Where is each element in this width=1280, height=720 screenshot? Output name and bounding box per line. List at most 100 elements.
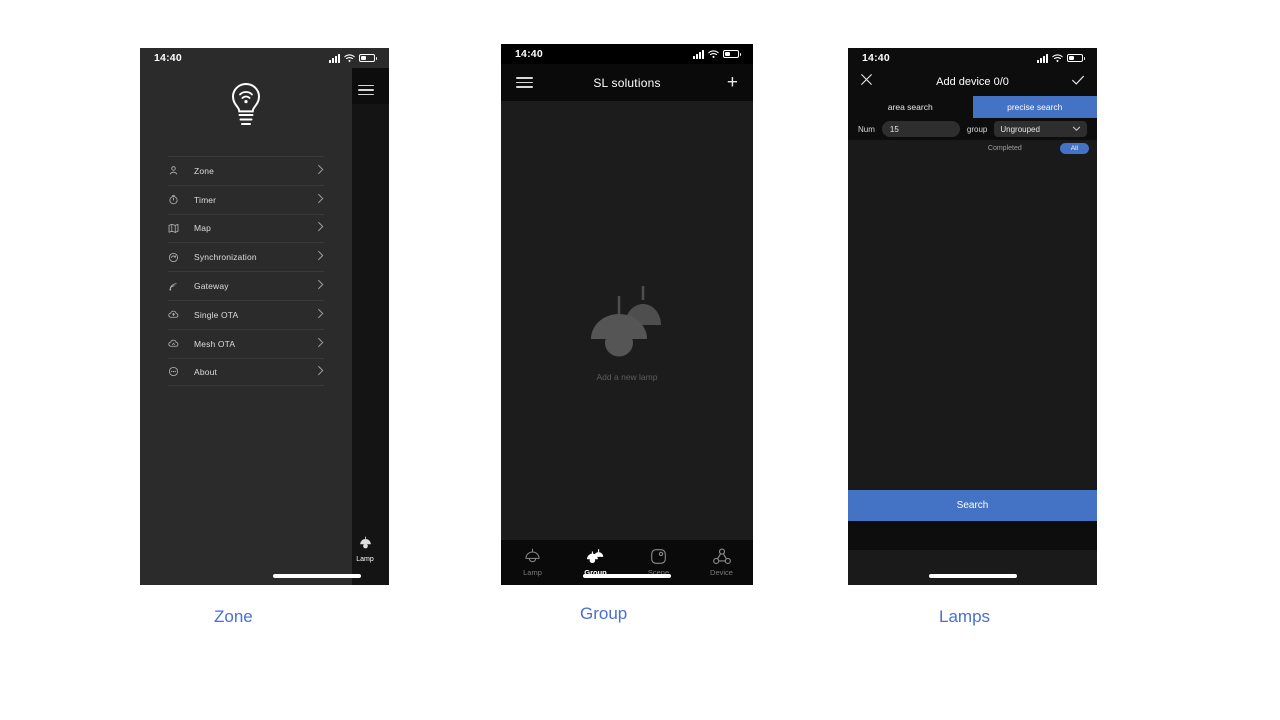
plus-icon[interactable]: + xyxy=(727,73,738,92)
sidebar-item-synchronization[interactable]: Synchronization xyxy=(168,242,324,271)
device-nodes-icon xyxy=(712,548,731,565)
home-indicator xyxy=(928,574,1017,578)
caption-group: Group xyxy=(580,604,628,623)
hamburger-menu-icon[interactable] xyxy=(358,85,374,96)
sidebar-item-label: Gateway xyxy=(194,281,229,292)
add-device-navbar: Add device 0/0 xyxy=(848,68,1097,96)
tab-lamp[interactable]: Lamp xyxy=(501,548,564,577)
tab-device[interactable]: Device xyxy=(690,548,753,577)
bottom-safe-area xyxy=(848,521,1097,550)
hamburger-menu-icon[interactable] xyxy=(516,77,533,88)
status-icons xyxy=(1037,53,1085,63)
status-time: 14:40 xyxy=(862,52,890,64)
sidebar-item-map[interactable]: Map xyxy=(168,213,324,243)
sidebar-item-label: Mesh OTA xyxy=(194,338,236,349)
wifi-icon xyxy=(1052,53,1063,62)
home-indicator xyxy=(583,574,671,578)
search-mode-segmented-control: area search precise search xyxy=(848,96,1097,118)
chevron-right-icon xyxy=(317,335,324,353)
sidebar-item-gateway[interactable]: Gateway xyxy=(168,271,324,300)
map-icon xyxy=(168,223,194,234)
status-badge[interactable]: All xyxy=(1059,142,1089,154)
group-select-value: Ungrouped xyxy=(1000,124,1040,134)
close-x-icon[interactable] xyxy=(860,73,873,91)
status-time: 14:40 xyxy=(515,48,543,60)
tab-scene[interactable]: Scene xyxy=(627,548,690,577)
sidebar-item-timer[interactable]: Timer xyxy=(168,184,324,214)
chevron-right-icon xyxy=(317,248,324,266)
num-label: Num xyxy=(858,124,875,134)
sidebar-item-label: Timer xyxy=(194,194,217,205)
chevron-right-icon xyxy=(317,191,324,209)
signal-bars-icon xyxy=(1037,53,1048,63)
completed-label: Completed xyxy=(987,144,1022,152)
battery-icon xyxy=(1067,54,1085,62)
device-search-form: Num 15 group Ungrouped xyxy=(848,118,1097,140)
sidebar-item-mesh-ota[interactable]: Mesh OTA xyxy=(168,328,324,358)
drawer-menu: Zone Timer Map Synchronization Gateway S… xyxy=(168,156,324,387)
chevron-right-icon xyxy=(317,363,324,381)
pendant-lamp-icon xyxy=(359,536,371,549)
info-dots-icon xyxy=(168,366,194,377)
segment-area-search[interactable]: area search xyxy=(848,96,973,118)
checkmark-icon[interactable] xyxy=(1071,73,1085,91)
signal-waves-icon xyxy=(168,281,194,292)
status-bar: 14:40 xyxy=(140,48,389,68)
pendant-lamp-icon xyxy=(525,548,540,563)
search-status-row: Completed All xyxy=(848,140,1097,156)
lamp-group-icon xyxy=(587,549,604,563)
wifi-icon xyxy=(708,49,719,58)
sidebar-item-about[interactable]: About xyxy=(168,357,324,387)
chevron-down-icon xyxy=(1072,126,1081,132)
chevron-right-icon xyxy=(317,306,324,324)
cloud-mesh-icon xyxy=(168,338,194,349)
sidebar-item-label: Synchronization xyxy=(194,252,257,263)
sync-cloud-icon xyxy=(168,252,194,263)
wifi-icon xyxy=(344,53,355,62)
scene-square-icon xyxy=(651,549,666,564)
phone-add-device-screen: 14:40 Add device 0/0 area search precise… xyxy=(848,48,1097,585)
location-pin-icon xyxy=(168,165,194,176)
app-logo xyxy=(140,80,352,130)
tab-label: Lamp xyxy=(523,568,542,577)
battery-icon xyxy=(359,54,377,62)
chevron-right-icon xyxy=(317,219,324,237)
sidebar-item-label: About xyxy=(194,366,217,377)
stopwatch-icon xyxy=(168,194,194,205)
group-label: group xyxy=(966,124,988,134)
group-select[interactable]: Ungrouped xyxy=(994,121,1087,137)
num-input[interactable]: 15 xyxy=(881,121,960,137)
page-title: SL solutions xyxy=(593,75,661,90)
empty-state-text: Add a new lamp xyxy=(596,372,658,382)
sidebar-item-zone[interactable]: Zone xyxy=(168,156,324,185)
bottom-tab-bar: Lamp Group Scene Device xyxy=(501,540,753,585)
page-title: Add device 0/0 xyxy=(936,76,1009,88)
two-pendant-lamps-icon xyxy=(591,286,661,357)
signal-bars-icon xyxy=(329,53,340,63)
sidebar-item-label: Map xyxy=(194,223,211,234)
navigation-drawer: 14:40 Zone Timer Map Synchronization Gat… xyxy=(140,48,389,585)
phone-zone-screen: Lamp 14:40 Zone Timer Map Synchronizatio… xyxy=(140,48,389,585)
sidebar-item-label: Zone xyxy=(194,165,214,176)
status-bar: 14:40 xyxy=(501,44,753,64)
search-button[interactable]: Search xyxy=(848,490,1097,521)
status-bar: 14:40 xyxy=(848,48,1097,68)
tab-label: Device xyxy=(710,568,733,577)
battery-icon xyxy=(723,50,741,58)
status-icons xyxy=(329,53,377,63)
segment-precise-search[interactable]: precise search xyxy=(972,96,1097,118)
signal-bars-icon xyxy=(693,49,704,59)
caption-lamps: Lamps xyxy=(939,607,991,626)
phone-group-screen: 14:40 SL solutions + Add a new lamp Lamp… xyxy=(501,44,753,585)
sidebar-item-single-ota[interactable]: Single OTA xyxy=(168,299,324,329)
chevron-right-icon xyxy=(317,162,324,180)
caption-zone: Zone xyxy=(214,607,253,626)
tab-group[interactable]: Group xyxy=(564,548,627,577)
status-icons xyxy=(693,49,741,59)
app-navbar: SL solutions + xyxy=(501,64,753,101)
device-list-area xyxy=(848,156,1097,490)
screenshot-stage: Lamp 14:40 Zone Timer Map Synchronizatio… xyxy=(0,0,1280,720)
home-indicator xyxy=(273,574,361,578)
empty-state: Add a new lamp xyxy=(501,101,753,540)
sidebar-item-label: Single OTA xyxy=(194,309,239,320)
